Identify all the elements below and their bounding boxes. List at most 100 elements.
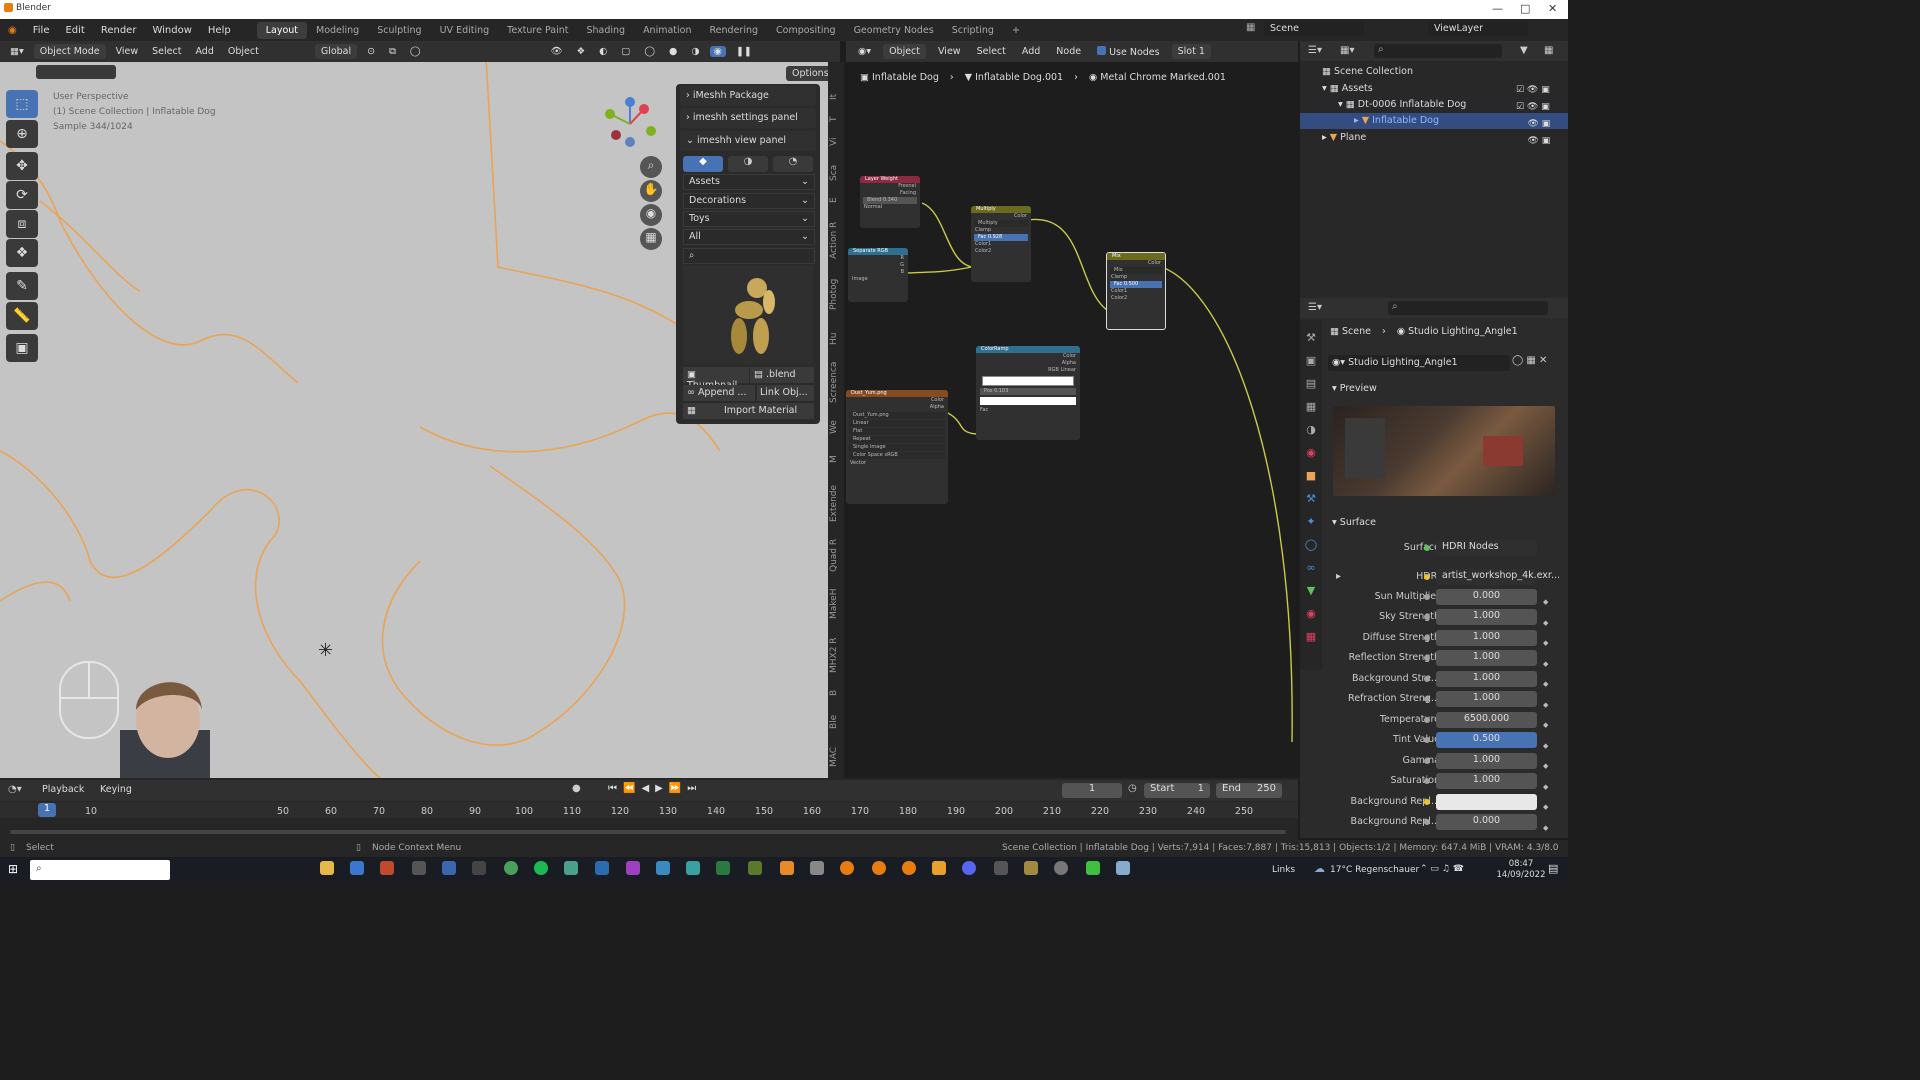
editor-type-icon[interactable]: ◉▾: [854, 46, 875, 57]
start-frame-field[interactable]: Start 1: [1144, 783, 1210, 798]
imeshh-settings-panel[interactable]: › imeshh settings panel: [680, 108, 816, 128]
menu-node[interactable]: Node: [1052, 46, 1085, 57]
app-icon[interactable]: [810, 861, 824, 875]
menu-view[interactable]: View: [112, 46, 143, 57]
scene-tab-icon[interactable]: ◑: [1300, 418, 1322, 441]
playhead[interactable]: 1: [38, 803, 56, 817]
sidebar-tab[interactable]: MHX2 R: [829, 634, 841, 676]
world-tab-icon[interactable]: ◉: [1300, 441, 1322, 464]
overlay-icon[interactable]: ◐: [595, 46, 611, 57]
menu-object[interactable]: Object: [224, 46, 263, 57]
xray-icon[interactable]: ▢: [617, 46, 634, 57]
new-collection-icon[interactable]: ▦: [1544, 45, 1553, 56]
calculator-icon[interactable]: [442, 861, 456, 875]
pan-hand-icon[interactable]: ✋: [640, 180, 662, 202]
app-icon[interactable]: [1024, 861, 1038, 875]
menu-view[interactable]: View: [934, 46, 965, 57]
rendered-shading-icon[interactable]: ◉: [709, 46, 726, 57]
editor-type-icon[interactable]: ☰▾: [1308, 45, 1322, 56]
image-texture-node[interactable]: Dust_Yum.png Color Alpha Dust_Yum.png Li…: [846, 390, 948, 504]
app-icon[interactable]: [686, 861, 700, 875]
tab-geometry-nodes[interactable]: Geometry Nodes: [845, 22, 943, 39]
view-layer-tab-icon[interactable]: ▦: [1300, 395, 1322, 418]
modifier-tab-icon[interactable]: ⚒: [1300, 487, 1322, 510]
particles-tab-icon[interactable]: ✦: [1300, 510, 1322, 533]
surface-shader-field[interactable]: HDRI Nodes: [1436, 540, 1537, 556]
scale-tool[interactable]: ⧈: [6, 210, 38, 238]
sidebar-tab[interactable]: M: [829, 452, 841, 466]
playback-menu[interactable]: Playback: [38, 784, 88, 795]
menu-render[interactable]: Render: [93, 25, 145, 36]
blender-taskbar-icon[interactable]: [902, 861, 916, 875]
temperature-field[interactable]: 6500.000: [1436, 712, 1537, 728]
menu-file[interactable]: File: [25, 25, 58, 36]
perspective-toggle-icon[interactable]: ▦: [640, 228, 662, 250]
app-icon[interactable]: [380, 861, 394, 875]
hdri-mode-button[interactable]: ◔: [773, 156, 813, 172]
object-tab-icon[interactable]: ■: [1300, 464, 1322, 487]
move-tool[interactable]: ✥: [6, 152, 38, 180]
davinci-icon[interactable]: [716, 861, 730, 875]
taskbar-time[interactable]: 08:47: [1500, 859, 1542, 869]
reflection-strength-field[interactable]: 1.000: [1436, 650, 1537, 666]
navigation-gizmo[interactable]: [600, 94, 660, 154]
ramp-color-swatch[interactable]: [980, 397, 1076, 405]
render-tab-icon[interactable]: ▣: [1300, 349, 1322, 372]
gamma-field[interactable]: 1.000: [1436, 753, 1537, 769]
chrome-icon[interactable]: [504, 861, 518, 875]
annotate-tool[interactable]: ✎: [6, 272, 38, 300]
mix-node[interactable]: Mix Color Mix Clamp Fac 0.500 Color1 Col…: [1106, 252, 1166, 330]
filter-dropdown[interactable]: All ⌄: [683, 229, 815, 245]
display-mode-icon[interactable]: ▦▾: [1340, 45, 1354, 56]
tab-animation[interactable]: Animation: [634, 22, 700, 39]
colorramp-node[interactable]: ColorRamp Color Alpha RGB Linear Pos 0.1…: [976, 346, 1080, 440]
store-icon[interactable]: [350, 861, 364, 875]
sidebar-tab[interactable]: E: [829, 194, 841, 206]
photoshop-icon[interactable]: [595, 861, 609, 875]
keying-menu[interactable]: Keying: [96, 784, 136, 795]
app-icon[interactable]: [748, 861, 762, 875]
menu-add[interactable]: Add: [191, 46, 217, 57]
multiply-node[interactable]: Multiply Color Multiply Clamp Fac 0.928 …: [971, 206, 1031, 282]
file-explorer-icon[interactable]: [320, 861, 334, 875]
editor-type-icon[interactable]: ☰▾: [1308, 302, 1322, 313]
taskbar-search-input[interactable]: ⌕: [30, 860, 170, 880]
data-tab-icon[interactable]: ▼: [1300, 579, 1322, 602]
blend-file-button[interactable]: ▤ .blend: [750, 367, 814, 383]
texture-tab-icon[interactable]: ▦: [1300, 625, 1322, 648]
light-object-icon[interactable]: ✳: [318, 640, 333, 661]
visibility-icon[interactable]: ☑ 👁 ▣: [1516, 82, 1560, 99]
material-slot-dropdown[interactable]: Slot 1: [1171, 44, 1211, 59]
sidebar-tab[interactable]: Hu: [829, 330, 841, 348]
sun-multiplier-field[interactable]: 0.000: [1436, 589, 1537, 605]
tab-modeling[interactable]: Modeling: [307, 22, 368, 39]
app-icon[interactable]: [656, 861, 670, 875]
object-mode-dropdown[interactable]: Object Mode: [33, 44, 106, 59]
sidebar-tab[interactable]: We: [829, 418, 841, 436]
properties-search-input[interactable]: ⌕: [1388, 301, 1548, 315]
sidebar-tab[interactable]: MAC: [829, 744, 841, 770]
editor-type-icon[interactable]: ◔▾: [8, 784, 22, 795]
sidebar-tab[interactable]: T: [829, 112, 841, 126]
tab-compositing[interactable]: Compositing: [767, 22, 845, 39]
scene-selector[interactable]: Scene: [1264, 21, 1364, 36]
menu-select[interactable]: Select: [148, 46, 185, 57]
category-dropdown[interactable]: Assets ⌄: [683, 174, 815, 190]
blender-menu-icon[interactable]: ◉: [0, 25, 25, 36]
background-replace-color-field[interactable]: [1436, 794, 1537, 810]
background-replace-value-field[interactable]: 0.000: [1436, 814, 1537, 830]
transform-orientation-dropdown[interactable]: Global: [314, 44, 358, 59]
background-strength-field[interactable]: 1.000: [1436, 671, 1537, 687]
outliner-search-input[interactable]: ⌕: [1374, 44, 1502, 58]
visibility-icon[interactable]: 👁 ▣: [1516, 116, 1560, 133]
asset-search-input[interactable]: ⌕: [683, 248, 815, 264]
sidebar-tab[interactable]: Quad R: [829, 536, 841, 574]
add-workspace-icon[interactable]: +: [1003, 22, 1029, 39]
cursor-tool[interactable]: ⊕: [6, 120, 38, 148]
constraints-tab-icon[interactable]: ∞: [1300, 556, 1322, 579]
type-dropdown[interactable]: Toys ⌄: [683, 211, 815, 227]
app-icon[interactable]: [994, 861, 1008, 875]
separate-rgb-node[interactable]: Separate RGB R G B Image: [848, 248, 908, 302]
solid-shading-icon[interactable]: ●: [665, 46, 681, 57]
sidebar-tab[interactable]: Screencа: [829, 356, 841, 408]
